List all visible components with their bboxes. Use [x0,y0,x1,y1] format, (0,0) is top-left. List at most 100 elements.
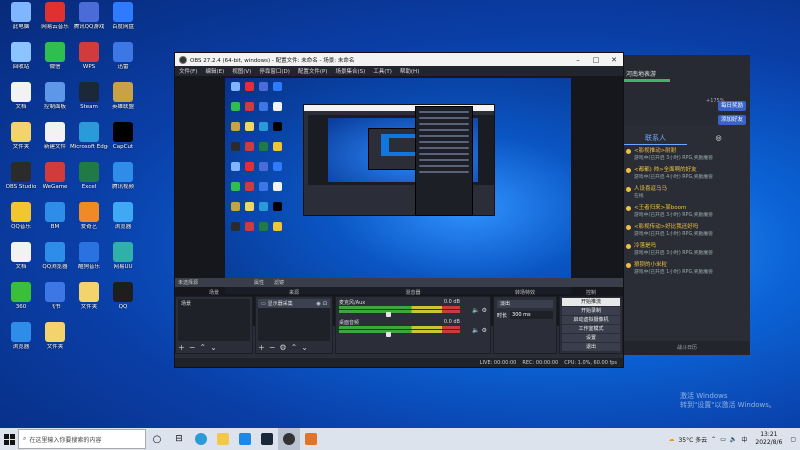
menu-item[interactable]: 停靠窗口(D) [259,67,290,75]
speaker-icon[interactable]: 🔈 ⚙ [472,307,487,314]
ime-icon[interactable]: 中 [741,435,747,444]
chevron-up-icon[interactable]: ⌃ [711,436,716,443]
add-friend-button[interactable]: 添加好友 [718,115,746,125]
menu-item[interactable]: 文件(F) [179,67,197,75]
desktop-shortcut[interactable]: Microsoft Edge [70,122,108,151]
menu-item[interactable]: 编辑(E) [205,67,224,75]
folder-icon[interactable] [212,428,234,450]
daily-reward-button[interactable]: 每日奖励 [718,101,746,111]
desktop-shortcut[interactable]: 回收站 [2,42,40,71]
desktop-shortcut[interactable]: 百度网盘 [104,2,142,31]
menu-item[interactable]: 视图(V) [232,67,251,75]
source-item[interactable]: ▭ 显示器采集 ◉ ⊡ [258,299,330,308]
settings-button[interactable]: 设置 [562,334,620,342]
desktop-shortcut[interactable]: CapCut [104,122,142,151]
desktop-shortcut[interactable]: WPS [70,42,108,71]
contact-item[interactable]: <影视推动>耐耐 游戏中(已开启 3小时) RPG,奖励魔兽 [624,147,750,166]
desktop-shortcut[interactable]: QQ音乐 [2,202,40,231]
desktop-shortcut[interactable]: Steam [70,82,108,111]
add-source-icon[interactable]: + [258,343,265,352]
menu-item[interactable]: 场景集合(S) [335,67,365,75]
desktop-shortcut[interactable]: 爱奇艺 [70,202,108,231]
desktop-shortcut[interactable]: 文件夹 [2,122,40,151]
network-icon[interactable]: ▭ [720,436,726,443]
remove-scene-icon[interactable]: − [189,343,196,352]
desktop-shortcut[interactable]: BM [36,202,74,231]
taskbar-search[interactable]: ⌕ 在这里输入你要搜索的内容 [18,429,146,449]
maximize-icon[interactable]: □ [587,53,605,66]
desktop-shortcut[interactable]: 文档 [2,82,40,111]
move-up-icon[interactable]: ⌃ [291,343,298,352]
obs-title-bar[interactable]: OBS 27.2.4 (64-bit, windows) - 配置文件: 未命名… [175,53,623,66]
gear-icon[interactable]: ⚙ [279,343,286,352]
weather-text[interactable]: 35°C 多云 [678,435,707,444]
task-view-icon[interactable]: ○ [146,428,168,450]
desktop-shortcut[interactable]: QQ浏览器 [36,242,74,271]
start-record-button[interactable]: 开始录制 [562,307,620,315]
desktop-shortcut[interactable]: 英雄联盟 [104,82,142,111]
store-icon[interactable] [234,428,256,450]
contact-item[interactable]: <影视传动>好比我还好吗 游戏中(已开启 1小时) RPG,奖励魔兽 [624,223,750,242]
contact-item[interactable]: 狼狈的小米粒 游戏中(已开启 1小时) RPG,奖励魔兽 [624,261,750,280]
desktop-shortcut[interactable]: 酷狗音乐 [70,242,108,271]
desktop-shortcut[interactable]: 此电脑 [2,2,40,31]
contact-item[interactable]: 冷落是吗 游戏中(已开启 3小时) RPG,奖励魔兽 [624,242,750,261]
steam-icon[interactable] [256,428,278,450]
chat-footer[interactable]: 战斗日历 [624,341,750,355]
desktop-shortcut[interactable]: 迅雷 [104,42,142,71]
desktop-shortcut[interactable]: 文档 [2,242,40,271]
exit-button[interactable]: 退出 [562,343,620,351]
start-stream-button[interactable]: 开始推流 [562,298,620,306]
game-app-icon[interactable] [300,428,322,450]
desktop-shortcut[interactable]: 网易云音乐 [36,2,74,31]
desktop-shortcut[interactable]: 360 [2,282,40,311]
group-icon[interactable]: ◎ [687,131,750,145]
desktop-shortcut[interactable]: 飞书 [36,282,74,311]
move-down-icon[interactable]: ⌄ [301,343,308,352]
desktop-shortcut[interactable]: 浏览器 [2,322,40,351]
speaker-icon[interactable]: 🔈 ⚙ [472,327,487,334]
desktop-shortcut[interactable]: 文件夹 [70,282,108,311]
close-icon[interactable]: ✕ [605,53,623,66]
virtual-camera-button[interactable]: 启动虚拟摄像机 [562,316,620,324]
desktop-shortcut[interactable]: 浏览器 [104,202,142,231]
chat-window[interactable]: 河南地表游 +175% 每日奖励 添加好友 联系人 ◎ <影视推动>耐耐 游戏中(… [624,55,750,355]
properties-button[interactable]: 属性 [254,279,264,286]
widgets-icon[interactable]: ⊟ [168,428,190,450]
desktop-shortcut[interactable]: WeGame [36,162,74,191]
add-scene-icon[interactable]: + [178,343,185,352]
desktop-shortcut[interactable]: OBS Studio [2,162,40,191]
desktop-shortcut[interactable]: 文件夹 [36,322,74,351]
notification-icon[interactable]: ▢ [790,436,796,443]
contact-item[interactable]: <都都) 帅>全面啊的好友 游戏中(已开启 4小时) RPG,奖励魔兽 [624,166,750,185]
menu-item[interactable]: 帮助(H) [400,67,419,75]
duration-input[interactable]: 300 ms [510,311,553,319]
edge-icon[interactable] [190,428,212,450]
desktop-shortcut[interactable]: QQ [104,282,142,311]
transition-select[interactable]: 淡出 [497,300,553,308]
remove-source-icon[interactable]: − [269,343,276,352]
lock-icon[interactable]: ⊡ [323,301,327,307]
eye-icon[interactable]: ◉ [316,301,320,307]
filters-button[interactable]: 滤镜 [274,279,284,286]
contact-item[interactable]: <王者归来>某boom 游戏中(已开启 3小时) RPG,奖励魔兽 [624,204,750,223]
volume-slider[interactable] [386,332,391,337]
speaker-icon[interactable]: 🔈 [730,436,737,443]
obs-window[interactable]: OBS 27.2.4 (64-bit, windows) - 配置文件: 未命名… [174,52,624,368]
desktop-shortcut[interactable]: 网易UU [104,242,142,271]
menu-item[interactable]: 工具(T) [373,67,392,75]
clock[interactable]: 13:21 2022/8/6 [751,431,786,447]
move-down-icon[interactable]: ⌄ [210,343,217,352]
desktop-shortcut[interactable]: 微信 [36,42,74,71]
studio-mode-button[interactable]: 工作室模式 [562,325,620,333]
desktop-shortcut[interactable]: 腾讯QQ游戏 [70,2,108,31]
windows-start-icon[interactable] [0,428,18,450]
menu-item[interactable]: 配置文件(P) [298,67,328,75]
desktop-shortcut[interactable]: 新建文件 [36,122,74,151]
move-up-icon[interactable]: ⌃ [199,343,206,352]
obs-taskbar-icon[interactable] [278,428,300,450]
desktop-shortcut[interactable]: 腾讯视频 [104,162,142,191]
tab-contacts[interactable]: 联系人 [624,131,687,145]
scene-item[interactable]: 场景 [178,299,250,308]
desktop-shortcut[interactable]: 控制面板 [36,82,74,111]
